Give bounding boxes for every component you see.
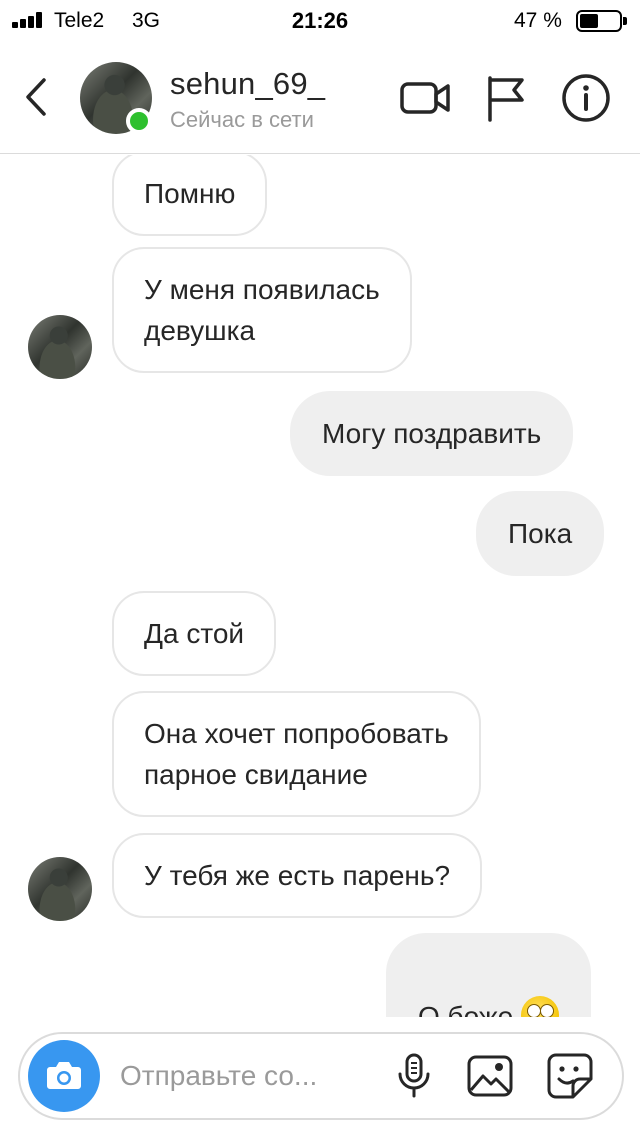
info-button[interactable]	[558, 70, 614, 126]
message-text: О боже	[418, 1001, 514, 1017]
chat-header: sehun_69_ Сейчас в сети	[0, 40, 640, 154]
message-bubble-incoming[interactable]: Да стой	[112, 591, 277, 676]
message-composer	[18, 1032, 624, 1120]
camera-icon	[47, 1062, 81, 1089]
message-bubble-incoming[interactable]: Она хочет попробовать парное свидание	[112, 691, 481, 817]
chevron-left-icon	[26, 78, 46, 116]
contact-online-status: Сейчас в сети	[170, 107, 314, 132]
message-bubble-outgoing[interactable]: Могу поздравить	[290, 391, 574, 476]
message-bubble-incoming[interactable]: Помню	[112, 155, 268, 236]
sender-avatar[interactable]	[28, 857, 92, 921]
contact-username[interactable]: sehun_69_	[170, 66, 325, 102]
gallery-button[interactable]	[464, 1050, 516, 1102]
report-button[interactable]	[478, 70, 534, 126]
message-bubble-outgoing[interactable]: Пока	[476, 491, 605, 576]
camera-button[interactable]	[28, 1040, 100, 1112]
battery-level-fill	[580, 14, 598, 28]
voice-message-button[interactable]	[388, 1050, 440, 1102]
online-indicator	[126, 108, 152, 134]
battery-icon	[576, 10, 622, 32]
microphone-icon	[398, 1053, 430, 1098]
message-list[interactable]: Помню У меня появилась девушка Могу позд…	[0, 155, 640, 1017]
flag-icon	[488, 76, 524, 122]
message-input[interactable]	[120, 1054, 370, 1098]
sticker-button[interactable]	[544, 1050, 596, 1102]
back-button[interactable]	[18, 72, 58, 122]
info-icon	[562, 74, 610, 122]
battery-tip	[623, 17, 627, 25]
face-with-rolling-eyes-icon	[521, 996, 560, 1017]
image-gallery-icon	[467, 1055, 513, 1097]
status-bar: Tele2 3G 21:26 47 %	[0, 0, 640, 40]
battery-percentage: 47 %	[514, 9, 562, 32]
video-camera-icon	[400, 82, 450, 114]
message-bubble-incoming[interactable]: У меня появилась девушка	[112, 247, 412, 373]
message-bubble-outgoing[interactable]: О боже	[386, 933, 592, 1017]
video-call-button[interactable]	[396, 70, 452, 126]
sender-avatar[interactable]	[28, 315, 92, 379]
message-bubble-incoming[interactable]: У тебя же есть парень?	[112, 833, 483, 918]
sticker-icon	[547, 1053, 593, 1099]
